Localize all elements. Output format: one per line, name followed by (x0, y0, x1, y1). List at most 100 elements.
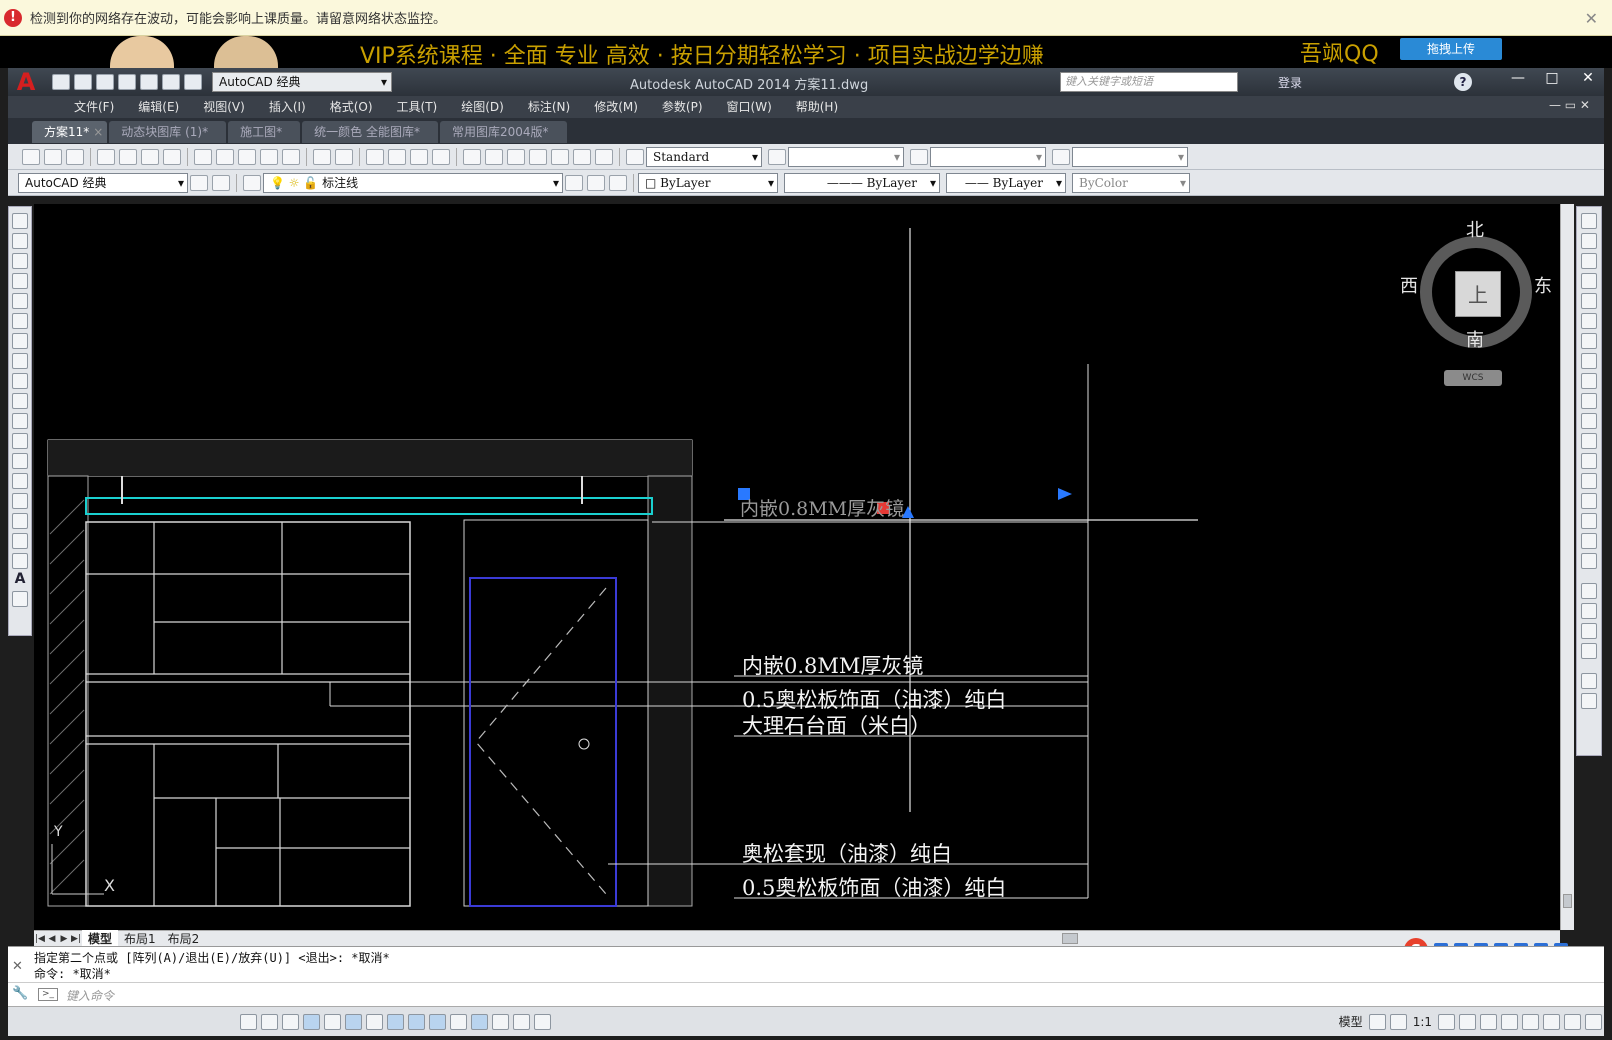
tab-fangan11[interactable]: 方案11* × (32, 121, 108, 143)
sheet-set-icon[interactable] (529, 148, 547, 165)
stretch-icon[interactable] (1581, 373, 1597, 389)
viewcube-top-face[interactable]: 上 (1455, 271, 1501, 317)
annotation-scale[interactable]: 1:1 (1413, 1015, 1432, 1029)
first-layout-icon[interactable]: |◀ (34, 934, 46, 944)
grid-display-icon[interactable] (282, 1013, 299, 1030)
text-style-icon[interactable] (626, 148, 644, 165)
circle-icon[interactable] (12, 333, 28, 349)
cut-icon[interactable] (194, 148, 212, 165)
trim-icon[interactable] (1581, 393, 1597, 409)
layer-manager-icon[interactable] (243, 174, 261, 191)
make-current-layer-icon[interactable] (565, 174, 583, 191)
dim-style-icon[interactable] (768, 148, 786, 165)
menu-parametric[interactable]: 参数(P) (650, 96, 715, 118)
text-style-dropdown[interactable]: Standard (646, 146, 762, 167)
erase-icon[interactable] (1581, 213, 1597, 229)
paste-block-icon[interactable] (260, 148, 278, 165)
tab-layout2[interactable]: 布局2 (162, 930, 206, 947)
object-snap-tracking-icon[interactable] (387, 1013, 404, 1030)
minimize-button[interactable]: — (1504, 70, 1532, 86)
point-icon[interactable] (12, 473, 28, 489)
tab-common-library-2004[interactable]: 常用图库2004版* (439, 121, 567, 143)
polar-tracking-icon[interactable] (324, 1013, 341, 1030)
layer-dropdown[interactable]: 💡 ☼ 🔓 标注线 (263, 172, 563, 193)
menu-window[interactable]: 窗口(W) (715, 96, 784, 118)
tab-close-icon[interactable]: × (93, 121, 103, 143)
search-input[interactable]: 键入关键字或短语 (1060, 72, 1238, 92)
zoom-realtime-icon[interactable] (388, 148, 406, 165)
plot-icon[interactable] (97, 148, 115, 165)
plotstyle-dropdown[interactable]: ByColor (1072, 172, 1190, 193)
annotation-visibility-icon[interactable] (1438, 1013, 1455, 1030)
add-selected-icon[interactable] (12, 591, 28, 607)
menu-edit[interactable]: 编辑(E) (126, 96, 191, 118)
arc-icon[interactable] (12, 313, 28, 329)
redo-icon[interactable] (184, 74, 202, 90)
model-space-toggle[interactable]: 模型 (1339, 1013, 1363, 1030)
snap-mode-icon[interactable] (261, 1013, 278, 1030)
command-close-icon[interactable]: ✕ (12, 959, 23, 974)
layer-state-icon[interactable] (609, 174, 627, 191)
last-layout-icon[interactable]: ▶| (70, 934, 82, 944)
revision-cloud-icon[interactable] (12, 353, 28, 369)
menu-insert[interactable]: 插入(I) (257, 96, 318, 118)
hatch-to-back-icon[interactable] (1581, 693, 1597, 709)
menu-file[interactable]: 文件(F) (62, 96, 126, 118)
maximize-button[interactable]: □ (1538, 70, 1566, 86)
ortho-mode-icon[interactable] (303, 1013, 320, 1030)
spline-icon[interactable] (12, 373, 28, 389)
undo-icon[interactable] (162, 74, 180, 90)
menu-help[interactable]: 帮助(H) (784, 96, 850, 118)
tab-unified-color-library[interactable]: 统一颜色 全能图库* (302, 121, 438, 143)
new-icon[interactable] (52, 74, 70, 90)
design-center-icon[interactable] (485, 148, 503, 165)
tab-model[interactable]: 模型 (82, 930, 119, 947)
undo-icon[interactable] (313, 148, 331, 165)
bring-above-icon[interactable] (1581, 643, 1597, 659)
transparency-icon[interactable] (471, 1013, 488, 1030)
gradient-icon[interactable] (12, 513, 28, 529)
warning-close-icon[interactable]: ✕ (1585, 9, 1598, 28)
dynamic-ucs-icon[interactable] (408, 1013, 425, 1030)
saveas-icon[interactable] (118, 74, 136, 90)
vertical-scrollbar[interactable] (1560, 204, 1574, 930)
menu-view[interactable]: 视图(V) (191, 96, 257, 118)
line-icon[interactable] (12, 213, 28, 229)
dynamic-input-icon[interactable] (429, 1013, 446, 1030)
dim-style-dropdown[interactable] (788, 146, 904, 167)
rectangle-icon[interactable] (12, 293, 28, 309)
color-dropdown[interactable]: □ ByLayer (638, 172, 778, 193)
workspace-switching-icon[interactable] (1480, 1013, 1497, 1030)
zoom-window-icon[interactable] (410, 148, 428, 165)
break-at-point-icon[interactable] (1581, 433, 1597, 449)
chamfer-icon[interactable] (1581, 493, 1597, 509)
array-icon[interactable] (1581, 293, 1597, 309)
auto-scale-icon[interactable] (1459, 1013, 1476, 1030)
markup-icon[interactable] (551, 148, 569, 165)
extend-icon[interactable] (1581, 413, 1597, 429)
quick-properties-icon[interactable] (492, 1013, 509, 1030)
quick-view-drawings-icon[interactable] (1389, 1013, 1407, 1030)
table-style-dropdown[interactable] (930, 146, 1046, 167)
mirror-icon[interactable] (1581, 253, 1597, 269)
prev-layout-icon[interactable]: ◀ (46, 934, 58, 944)
3d-print-icon[interactable] (163, 148, 181, 165)
clean-screen-icon[interactable] (1585, 1013, 1602, 1030)
scale-icon[interactable] (1581, 353, 1597, 369)
ellipse-arc-icon[interactable] (12, 413, 28, 429)
customize-wrench-icon[interactable]: 🔧 (12, 986, 28, 1001)
polyline-icon[interactable] (12, 253, 28, 269)
paste-icon[interactable] (238, 148, 256, 165)
document-window-controls[interactable]: — ▭ ✕ (1549, 98, 1590, 112)
text-to-front-icon[interactable] (1581, 673, 1597, 689)
ellipse-icon[interactable] (12, 393, 28, 409)
open-icon[interactable] (74, 74, 92, 90)
move-icon[interactable] (1581, 313, 1597, 329)
login-button[interactable]: 登录 (1278, 74, 1302, 91)
help-icon[interactable]: ? (1454, 73, 1472, 91)
publish-icon[interactable] (141, 148, 159, 165)
linetype-dropdown[interactable]: ——— ByLayer (784, 172, 940, 193)
calculator-icon[interactable] (573, 148, 591, 165)
copy-object-icon[interactable] (1581, 233, 1597, 249)
compass-east[interactable]: 东 (1534, 272, 1552, 298)
